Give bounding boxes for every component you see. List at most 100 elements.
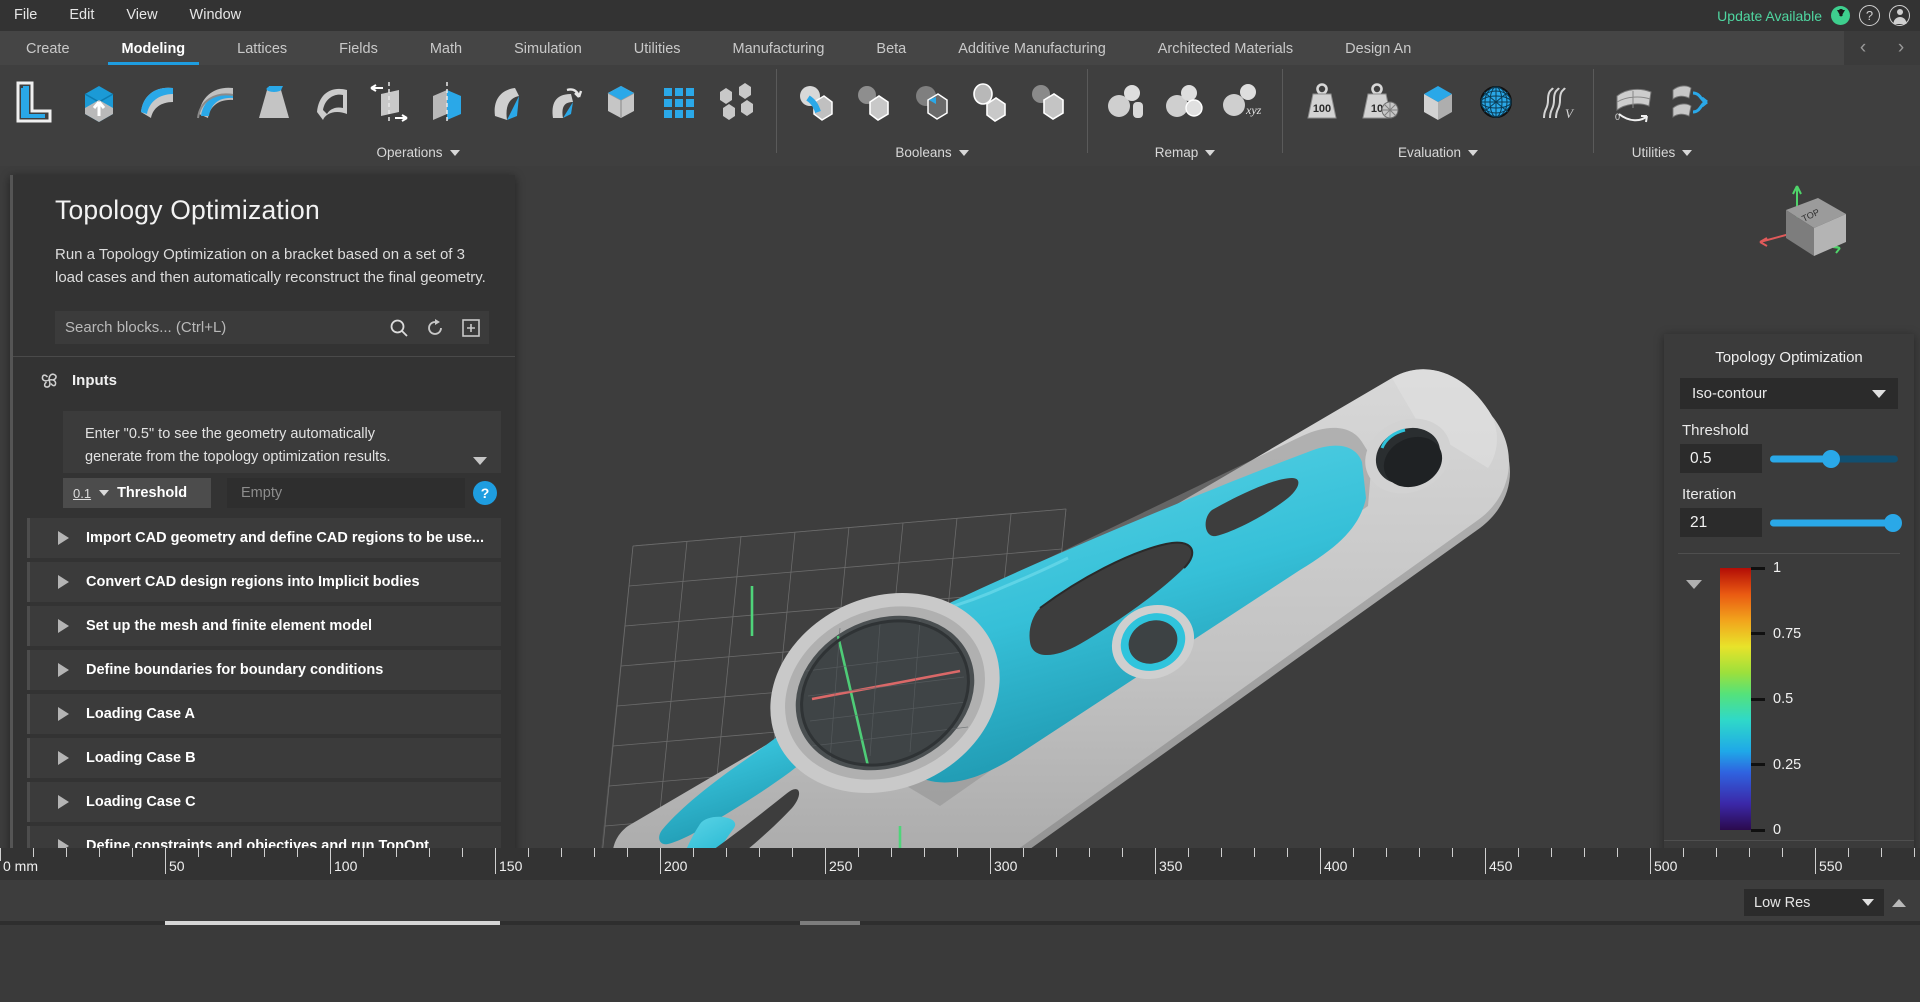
menu-window[interactable]: Window [174, 0, 258, 31]
threshold-value-input[interactable] [227, 478, 465, 508]
pattern-scatter-icon[interactable] [709, 71, 765, 133]
tab-design-analysis[interactable]: Design An [1319, 33, 1437, 65]
threshold-help-icon[interactable]: ? [473, 481, 497, 505]
legend-collapse-chevron-icon[interactable] [1686, 580, 1702, 589]
revolve-split-icon[interactable] [419, 71, 475, 133]
tab-scroll-left-icon[interactable]: ‹ [1844, 31, 1882, 65]
menu-view[interactable]: View [110, 0, 173, 31]
chevron-right-icon[interactable] [58, 575, 69, 589]
mirror-icon[interactable] [361, 71, 417, 133]
account-avatar-icon[interactable] [1889, 5, 1910, 26]
ribbon-group-evaluation-label[interactable]: Evaluation [1289, 139, 1587, 166]
threshold-step-pill[interactable]: 0.1 Threshold [63, 478, 211, 508]
tab-architected-materials[interactable]: Architected Materials [1132, 33, 1319, 65]
chevron-right-icon[interactable] [58, 795, 69, 809]
scrollbar-thumb-secondary[interactable] [800, 921, 860, 925]
ribbon-group-operations-label[interactable]: Operations [66, 139, 770, 166]
offset-icon[interactable] [187, 71, 243, 133]
tab-beta[interactable]: Beta [850, 33, 932, 65]
hint-expand-chevron-icon[interactable] [473, 457, 487, 465]
chevron-down-icon[interactable] [1682, 150, 1692, 156]
twist-icon[interactable] [535, 71, 591, 133]
accordion-item[interactable]: Set up the mesh and finite element model [27, 606, 501, 646]
pattern-grid-icon[interactable] [651, 71, 707, 133]
scrollbar-thumb[interactable] [165, 921, 500, 925]
help-icon[interactable]: ? [1859, 5, 1880, 26]
chevron-right-icon[interactable] [58, 531, 69, 545]
expand-up-icon[interactable] [1886, 889, 1912, 916]
tab-lattices[interactable]: Lattices [211, 33, 313, 65]
boolean-split-icon[interactable] [962, 71, 1018, 133]
chevron-down-icon[interactable] [959, 150, 969, 156]
boolean-intersect-icon[interactable] [904, 71, 960, 133]
tab-manufacturing[interactable]: Manufacturing [707, 33, 851, 65]
thicken-icon[interactable] [303, 71, 359, 133]
accordion-item[interactable]: Loading Case C [27, 782, 501, 822]
remap-cylinder-icon[interactable] [1099, 71, 1155, 133]
tab-simulation[interactable]: Simulation [488, 33, 608, 65]
boolean-union-icon[interactable] [788, 71, 844, 133]
tab-math[interactable]: Math [404, 33, 488, 65]
update-available-label[interactable]: Update Available [1717, 8, 1822, 24]
download-update-icon[interactable] [1831, 6, 1850, 25]
bottom-scroll-strip[interactable] [0, 921, 1920, 925]
chevron-down-icon[interactable] [1872, 390, 1886, 398]
contour-mode-select[interactable]: Iso-contour [1680, 378, 1898, 409]
boundingbox-icon[interactable] [593, 71, 649, 133]
menu-edit[interactable]: Edit [53, 0, 110, 31]
mesh-sphere-icon[interactable] [1468, 71, 1524, 133]
add-block-icon[interactable] [453, 311, 489, 344]
tab-scroll-right-icon[interactable]: › [1882, 31, 1920, 65]
chevron-right-icon[interactable] [58, 663, 69, 677]
accordion-item[interactable]: Loading Case A [27, 694, 501, 734]
tab-utilities[interactable]: Utilities [608, 33, 707, 65]
tab-modeling[interactable]: Modeling [96, 33, 212, 65]
tab-create[interactable]: Create [0, 33, 96, 65]
threshold-slider[interactable] [1770, 444, 1898, 473]
remap-sphere-icon[interactable] [1157, 71, 1213, 133]
extrude-icon[interactable] [71, 71, 127, 133]
ribbon-group-remap-label[interactable]: Remap [1094, 139, 1276, 166]
iteration-slider[interactable] [1770, 508, 1898, 537]
surface-merge-icon[interactable] [1663, 71, 1719, 133]
triple-integral-icon[interactable]: V [1526, 71, 1582, 133]
viewport-3d[interactable]: TOP Topology Optimization Run a Topology… [0, 166, 1920, 925]
chevron-right-icon[interactable] [58, 619, 69, 633]
chevron-down-icon[interactable] [450, 150, 460, 156]
accordion-item[interactable]: Define boundaries for boundary condition… [27, 650, 501, 690]
search-input[interactable] [55, 319, 381, 336]
threshold-number-input[interactable] [1680, 444, 1762, 473]
menu-file[interactable]: File [0, 0, 53, 31]
shell-icon[interactable] [129, 71, 185, 133]
mass-100-icon[interactable]: 100 [1294, 71, 1350, 133]
taper-icon[interactable] [245, 71, 301, 133]
l-profile-icon[interactable] [5, 71, 61, 133]
chevron-right-icon[interactable] [58, 707, 69, 721]
ribbon-group-booleans-label[interactable]: Booleans [783, 139, 1081, 166]
bounding-cube-icon[interactable] [1410, 71, 1466, 133]
iteration-slider-knob[interactable] [1884, 514, 1902, 532]
accordion-item[interactable]: Import CAD geometry and define CAD regio… [27, 518, 501, 558]
resolution-select[interactable]: Low Res [1744, 889, 1884, 916]
sweep-icon[interactable] [477, 71, 533, 133]
mass-mesh-icon[interactable]: 10 [1352, 71, 1408, 133]
iteration-number-input[interactable] [1680, 508, 1762, 537]
accordion-item[interactable]: Loading Case B [27, 738, 501, 778]
tab-additive-manufacturing[interactable]: Additive Manufacturing [932, 33, 1132, 65]
remap-xyz-icon[interactable]: xyz [1215, 71, 1271, 133]
chevron-down-icon[interactable] [99, 490, 109, 496]
boolean-trim-icon[interactable] [1020, 71, 1076, 133]
search-icon[interactable] [381, 311, 417, 344]
surface-field-icon[interactable]: 0 [1605, 71, 1661, 133]
inputs-section-header[interactable]: Inputs [13, 357, 515, 403]
chevron-down-icon[interactable] [1862, 899, 1874, 906]
horizontal-ruler[interactable]: 0 mm 50100150200250300350400450500550 [0, 848, 1920, 880]
threshold-slider-knob[interactable] [1822, 450, 1840, 468]
refresh-icon[interactable] [417, 311, 453, 344]
chevron-right-icon[interactable] [58, 751, 69, 765]
view-cube[interactable]: TOP [1742, 172, 1862, 282]
ribbon-group-utilities-label[interactable]: Utilities [1600, 139, 1724, 166]
boolean-subtract-icon[interactable] [846, 71, 902, 133]
chevron-down-icon[interactable] [1468, 150, 1478, 156]
chevron-down-icon[interactable] [1205, 150, 1215, 156]
